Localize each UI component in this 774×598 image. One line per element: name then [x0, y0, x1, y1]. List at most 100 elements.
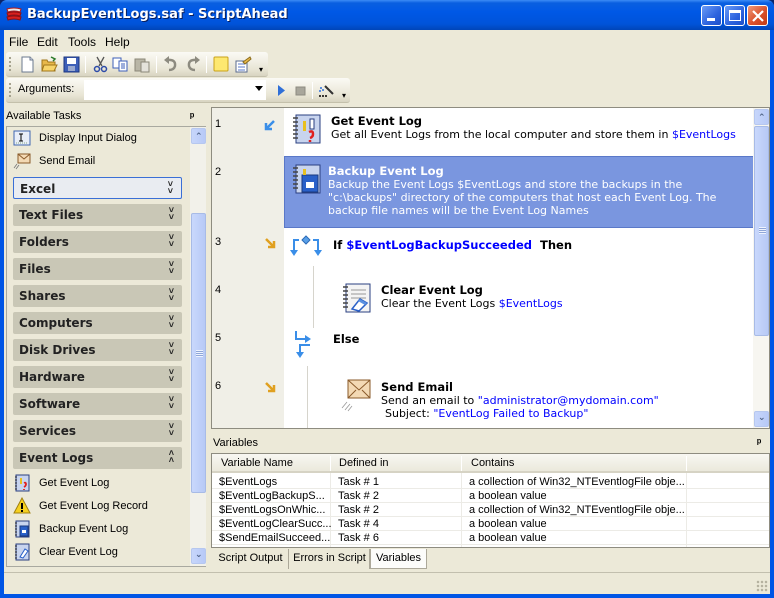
- group-excel[interactable]: Excel ˅ ˅: [13, 177, 182, 199]
- menu-file[interactable]: File: [9, 35, 28, 49]
- resize-grip-icon[interactable]: [756, 580, 768, 592]
- tab-script-output[interactable]: Script Output: [213, 549, 289, 569]
- expand-icon: ˅ ˅: [168, 421, 174, 438]
- column-header-variable-name[interactable]: Variable Name: [221, 457, 293, 469]
- expand-icon: ˅ ˅: [167, 179, 173, 196]
- step-description-line: Backup the Event Logs $EventLogs and sto…: [328, 178, 683, 191]
- scroll-thumb[interactable]: [754, 126, 769, 336]
- scroll-up-button[interactable]: ⌃: [754, 109, 769, 125]
- cell-variable-name: $EventLogsOnWhic...: [219, 504, 326, 516]
- expand-icon: ˅ ˅: [168, 286, 174, 303]
- copy-icon[interactable]: [112, 56, 129, 73]
- tab-errors-in-script[interactable]: Errors in Script: [290, 549, 370, 569]
- available-tasks-header: Available Tasks ᵖ: [4, 108, 206, 126]
- minimize-button[interactable]: [701, 5, 722, 26]
- toolbar-separator: [312, 82, 313, 99]
- redo-icon[interactable]: [184, 56, 201, 73]
- scroll-down-button[interactable]: ⌄: [191, 548, 206, 564]
- table-row[interactable]: $EventLogs Task # 1 a collection of Win3…: [212, 475, 769, 489]
- open-folder-icon[interactable]: [41, 56, 58, 73]
- scroll-down-button[interactable]: ⌄: [754, 411, 769, 427]
- task-get-event-log-record[interactable]: Get Event Log Record: [13, 496, 148, 516]
- step-description: Send an email to: [381, 394, 478, 407]
- variable-link[interactable]: $EventLogs: [672, 128, 736, 141]
- expand-icon: ˅ ˅: [168, 205, 174, 222]
- pin-icon[interactable]: ᵖ: [757, 437, 761, 449]
- undo-icon[interactable]: [163, 56, 180, 73]
- column-divider[interactable]: [686, 456, 687, 471]
- chevron-down-icon[interactable]: [255, 86, 263, 91]
- group-files[interactable]: Files ˅ ˅: [13, 258, 182, 280]
- column-header-defined-in[interactable]: Defined in: [339, 457, 389, 469]
- menu-edit[interactable]: Edit: [37, 35, 58, 49]
- group-computers[interactable]: Computers ˅ ˅: [13, 312, 182, 334]
- task-send-email[interactable]: Send Email: [13, 151, 95, 171]
- table-row[interactable]: $EventLogClearSucc... Task # 4 a boolean…: [212, 517, 769, 531]
- task-clear-event-log[interactable]: Clear Event Log: [13, 542, 118, 562]
- group-services[interactable]: Services ˅ ˅: [13, 420, 182, 442]
- script-editor[interactable]: 1 2 3 4 5 6 Get Event Log Get all Event …: [211, 107, 770, 429]
- chevron-down-icon: ⌄: [758, 412, 766, 422]
- maximize-icon: [729, 10, 741, 21]
- cell-contains: a boolean value: [469, 532, 547, 544]
- column-header-contains[interactable]: Contains: [471, 457, 514, 469]
- group-hardware[interactable]: Hardware ˅ ˅: [13, 366, 182, 388]
- group-software[interactable]: Software ˅ ˅: [13, 393, 182, 415]
- cut-icon[interactable]: [92, 56, 109, 73]
- variable-link[interactable]: "administrator@mydomain.com": [478, 394, 659, 407]
- variable-link[interactable]: "EventLog Failed to Backup": [433, 407, 588, 420]
- pin-icon[interactable]: ᵖ: [190, 111, 194, 123]
- task-backup-event-log[interactable]: Backup Event Log: [13, 519, 128, 539]
- title-bar[interactable]: BackupEventLogs.saf - ScriptAhead: [0, 0, 774, 30]
- task-get-event-log[interactable]: Get Event Log: [13, 473, 109, 493]
- group-text-files[interactable]: Text Files ˅ ˅: [13, 204, 182, 226]
- toolbar-overflow-icon[interactable]: ▾: [259, 66, 266, 74]
- menu-help[interactable]: Help: [105, 35, 130, 49]
- play-icon[interactable]: [273, 82, 290, 99]
- group-folders[interactable]: Folders ˅ ˅: [13, 231, 182, 253]
- paste-icon[interactable]: [134, 56, 151, 73]
- group-label: Files: [19, 262, 51, 276]
- table-row[interactable]: $SendEmailSucceed... Task # 6 a boolean …: [212, 531, 769, 545]
- arguments-label: Arguments:: [18, 83, 75, 95]
- wand-icon[interactable]: [318, 82, 335, 99]
- step-title: Backup Event Log: [328, 164, 444, 178]
- variable-link[interactable]: $EventLogs: [499, 297, 563, 310]
- toolbar-grip[interactable]: [9, 57, 11, 72]
- table-row[interactable]: $EventLogsOnWhic... Task # 2 a collectio…: [212, 503, 769, 517]
- column-divider[interactable]: [461, 456, 462, 471]
- note-icon[interactable]: [213, 56, 230, 73]
- toolbar-overflow-icon[interactable]: ▾: [342, 92, 349, 100]
- group-disk-drives[interactable]: Disk Drives ˅ ˅: [13, 339, 182, 361]
- cell-variable-name: $EventLogClearSucc...: [219, 518, 332, 530]
- table-row[interactable]: $EventLogBackupS... Task # 2 a boolean v…: [212, 489, 769, 503]
- cell-defined-in: Task # 4: [338, 518, 379, 530]
- scroll-thumb[interactable]: [191, 213, 206, 493]
- stop-icon[interactable]: [292, 82, 309, 99]
- expand-icon: ˅ ˅: [168, 340, 174, 357]
- save-icon[interactable]: [63, 56, 80, 73]
- column-divider[interactable]: [330, 456, 331, 471]
- step-description-line: "c:\backups" directory of the computers …: [328, 191, 717, 204]
- condition-variable[interactable]: $EventLogBackupSucceeded: [346, 238, 532, 252]
- expand-icon: ˅ ˅: [168, 232, 174, 249]
- variables-panel-title: Variables: [213, 437, 259, 449]
- toolbar-grip[interactable]: [9, 83, 11, 98]
- scroll-up-button[interactable]: ⌃: [191, 128, 206, 144]
- menu-tools[interactable]: Tools: [68, 35, 96, 49]
- new-file-icon[interactable]: [19, 56, 36, 73]
- group-shares[interactable]: Shares ˅ ˅: [13, 285, 182, 307]
- close-button[interactable]: [747, 5, 768, 26]
- properties-icon[interactable]: [235, 56, 252, 73]
- arguments-combobox[interactable]: [84, 80, 266, 100]
- tasks-scrollbar[interactable]: ⌃ ⌄: [190, 127, 206, 566]
- task-display-input-dialog[interactable]: Display Input Dialog: [13, 128, 137, 148]
- maximize-button[interactable]: [724, 5, 745, 26]
- group-label: Disk Drives: [19, 343, 96, 357]
- script-scrollbar[interactable]: ⌃ ⌄: [753, 108, 769, 428]
- group-event-logs[interactable]: Event Logs ˄ ˄: [13, 447, 182, 469]
- script-step-backup-event-log[interactable]: Backup Event Log Backup the Event Logs $…: [284, 156, 754, 228]
- tab-variables[interactable]: Variables: [370, 549, 427, 569]
- arguments-input[interactable]: [85, 81, 250, 99]
- available-tasks-panel: Display Input Dialog Send Email Excel ˅ ˅…: [6, 126, 206, 567]
